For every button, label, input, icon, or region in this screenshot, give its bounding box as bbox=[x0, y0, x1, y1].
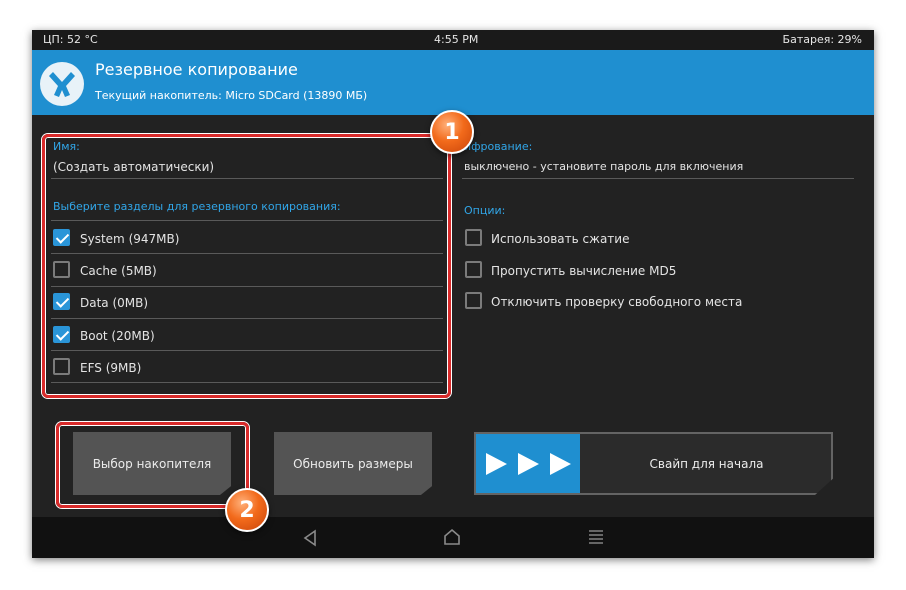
encryption-label: ифрование: bbox=[464, 140, 533, 153]
triple-arrow-icon[interactable] bbox=[476, 434, 580, 493]
divider bbox=[462, 178, 854, 179]
swipe-to-start-slider[interactable]: Свайп для начала bbox=[474, 432, 833, 495]
refresh-sizes-button[interactable]: Обновить размеры bbox=[274, 432, 432, 495]
checkbox-disable-space-check[interactable] bbox=[465, 292, 482, 309]
options-label: Опции: bbox=[464, 204, 506, 217]
checkbox-compression[interactable] bbox=[465, 229, 482, 246]
current-storage: Текущий накопитель: Micro SDCard (13890 … bbox=[95, 89, 368, 102]
callout-badge-1: 1 bbox=[430, 110, 474, 154]
clock: 4:55 PM bbox=[434, 33, 479, 46]
header: Резервное копирование Текущий накопитель… bbox=[32, 50, 874, 115]
page-title: Резервное копирование bbox=[95, 60, 298, 79]
option-label: Пропустить вычисление MD5 bbox=[491, 264, 677, 278]
battery-level: Батарея: 29% bbox=[782, 33, 862, 46]
encryption-value[interactable]: выключено - установите пароль для включе… bbox=[464, 160, 743, 173]
swipe-label: Свайп для начала bbox=[649, 456, 764, 471]
highlight-partitions bbox=[42, 134, 451, 398]
checkbox-skip-md5[interactable] bbox=[465, 261, 482, 278]
highlight-select-storage bbox=[56, 422, 249, 508]
twrp-logo-icon bbox=[40, 62, 84, 106]
option-label: Отключить проверку свободного места bbox=[491, 295, 743, 309]
callout-badge-2: 2 bbox=[225, 488, 269, 532]
menu-icon[interactable] bbox=[588, 529, 604, 545]
status-bar: ЦП: 52 °C 4:55 PM Батарея: 29% bbox=[32, 30, 874, 50]
navigation-bar bbox=[32, 517, 874, 558]
home-icon[interactable] bbox=[443, 528, 461, 546]
option-label: Использовать сжатие bbox=[491, 232, 630, 246]
back-icon[interactable] bbox=[302, 529, 318, 547]
cpu-temp: ЦП: 52 °C bbox=[43, 33, 98, 46]
